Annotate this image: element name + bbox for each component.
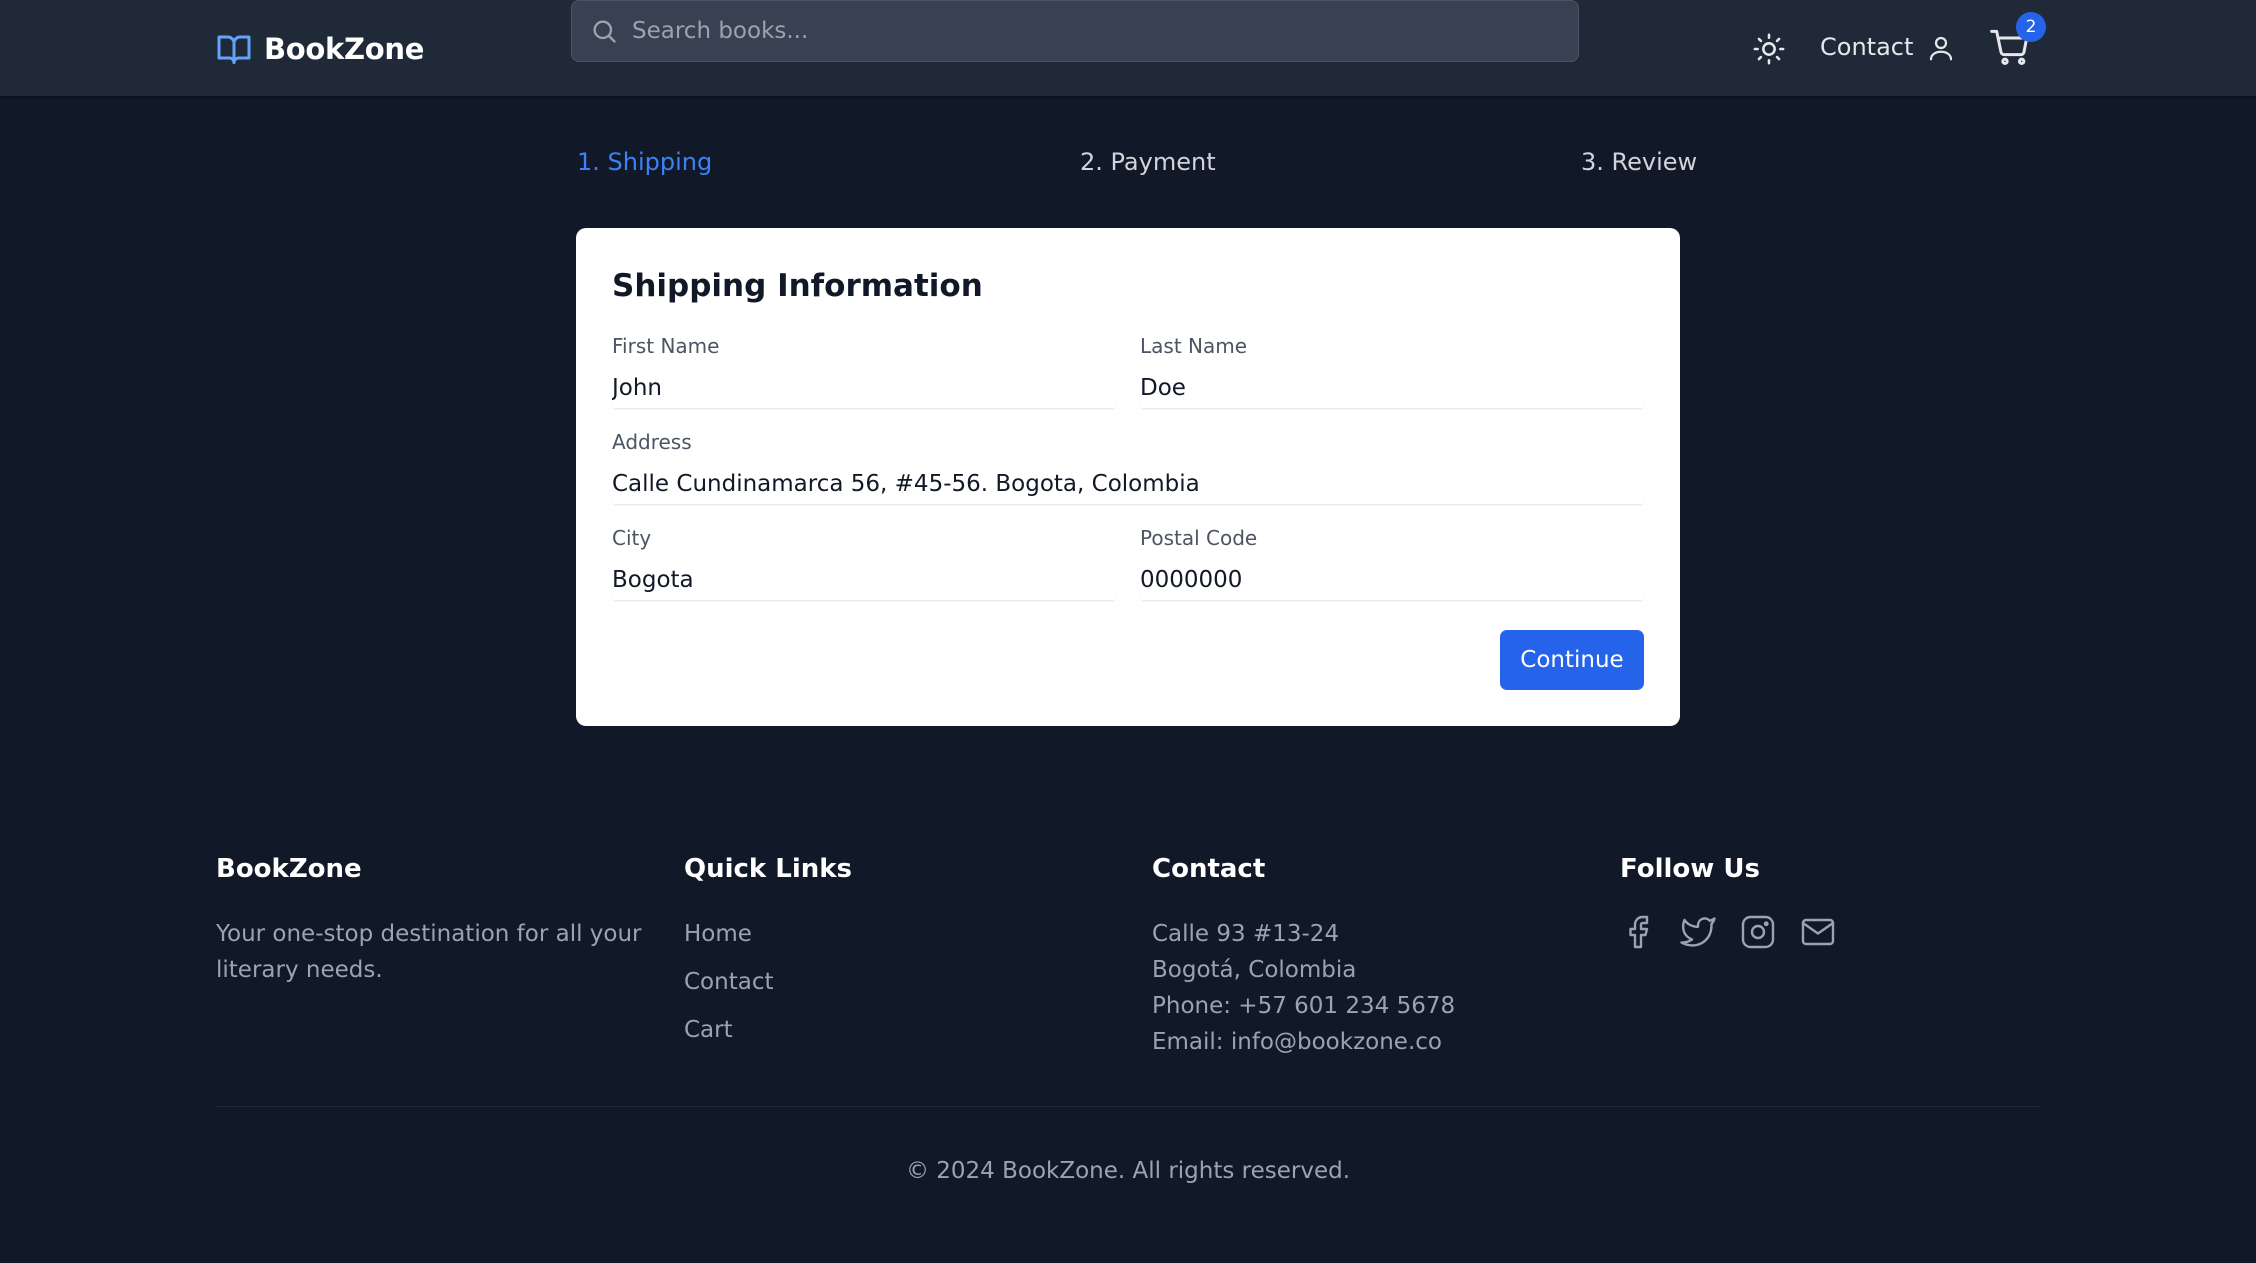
city-field: City — [612, 526, 1116, 600]
first-name-label: First Name — [612, 334, 720, 358]
city-input[interactable] — [612, 560, 1116, 600]
open-book-icon — [217, 35, 251, 64]
postal-code-label: Postal Code — [1140, 526, 1258, 550]
nav-contact-link[interactable]: Contact — [1820, 33, 1913, 61]
footer-quick-links-title: Quick Links — [684, 854, 853, 884]
footer-link-cart[interactable]: Cart — [684, 1012, 773, 1060]
search-input[interactable] — [632, 18, 1532, 44]
address-field: Address — [612, 430, 1644, 504]
contact-address-line: Calle 93 #13-24 — [1152, 921, 1340, 947]
footer-link-contact[interactable]: Contact — [684, 964, 773, 1012]
footer-quick-links: Home Contact Cart — [684, 916, 773, 1060]
last-name-field: Last Name — [1140, 334, 1644, 408]
search-bar[interactable] — [571, 0, 1579, 62]
facebook-icon[interactable] — [1620, 914, 1656, 950]
contact-phone-line: Phone: +57 601 234 5678 — [1152, 993, 1456, 1019]
postal-code-field: Postal Code — [1140, 526, 1644, 600]
last-name-input[interactable] — [1140, 368, 1644, 408]
continue-button[interactable]: Continue — [1500, 630, 1644, 690]
city-label: City — [612, 526, 652, 550]
contact-email-line: Email: info@bookzone.co — [1152, 1029, 1442, 1055]
form-title: Shipping Information — [612, 268, 983, 304]
footer-divider — [216, 1106, 2040, 1107]
mail-icon[interactable] — [1800, 914, 1836, 950]
instagram-icon[interactable] — [1740, 914, 1776, 950]
first-name-input[interactable] — [612, 368, 1116, 408]
first-name-field: First Name — [612, 334, 1116, 408]
footer-link-home[interactable]: Home — [684, 916, 773, 964]
copyright-text: © 2024 BookZone. All rights reserved. — [905, 1158, 1351, 1184]
top-navbar: BookZone Contact 2 — [0, 0, 2256, 96]
postal-code-input[interactable] — [1140, 560, 1644, 600]
step-shipping[interactable]: 1. Shipping — [577, 148, 712, 176]
shipping-form-card: Shipping Information First Name Last Nam… — [576, 228, 1680, 726]
brand-name: BookZone — [264, 32, 425, 66]
address-label: Address — [612, 430, 692, 454]
footer-follow-title: Follow Us — [1620, 854, 1760, 884]
user-icon[interactable] — [1926, 32, 1956, 64]
contact-city-line: Bogotá, Colombia — [1152, 957, 1357, 983]
footer-brand-description: Your one-stop destination for all your l… — [216, 921, 642, 983]
step-review[interactable]: 3. Review — [1581, 148, 1697, 176]
twitter-icon[interactable] — [1680, 914, 1716, 950]
footer-contact-title: Contact — [1152, 854, 1266, 884]
last-name-label: Last Name — [1140, 334, 1248, 358]
address-input[interactable] — [612, 464, 1644, 504]
footer-contact-info: Calle 93 #13-24 Bogotá, Colombia Phone: … — [1152, 916, 1455, 1060]
social-links — [1620, 914, 1836, 950]
cart-count-badge: 2 — [2016, 12, 2046, 42]
sun-icon[interactable] — [1752, 32, 1786, 66]
brand-logo[interactable]: BookZone — [216, 29, 424, 69]
step-payment[interactable]: 2. Payment — [1080, 148, 1216, 176]
search-icon — [593, 20, 616, 43]
footer-brand-title: BookZone — [216, 854, 362, 884]
